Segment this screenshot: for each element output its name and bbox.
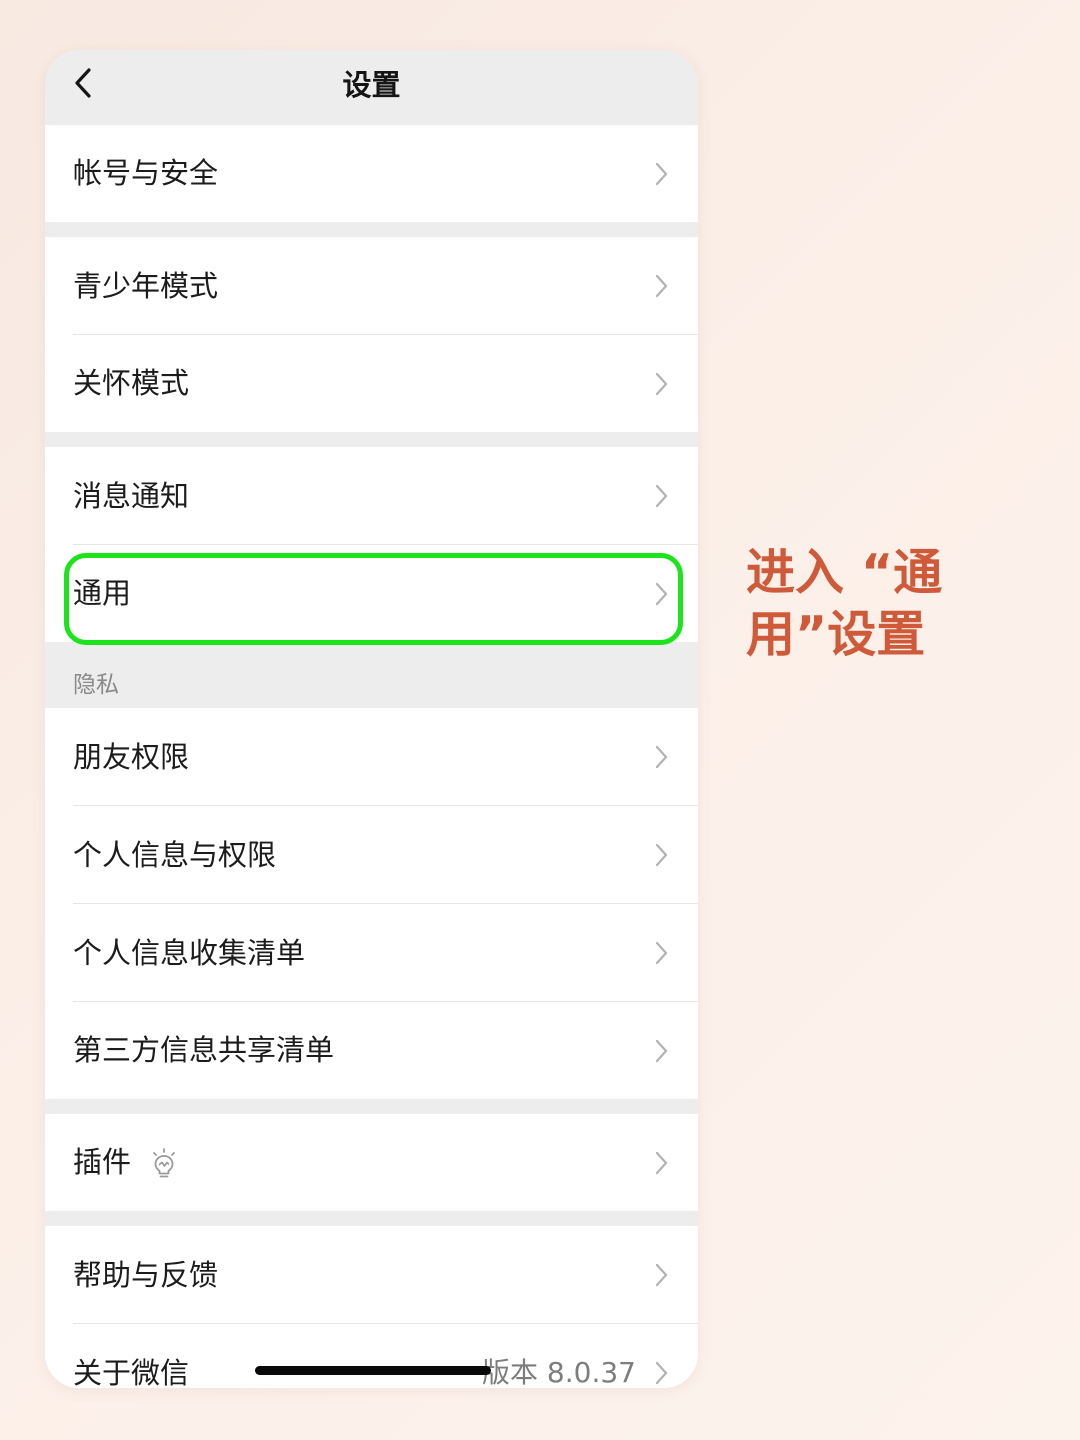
settings-item-help-feedback[interactable]: 帮助与反馈 bbox=[45, 1226, 698, 1324]
settings-item-notifications[interactable]: 消息通知 bbox=[45, 447, 698, 545]
chevron-right-icon bbox=[655, 745, 668, 769]
settings-item-general[interactable]: 通用 bbox=[45, 545, 698, 642]
home-indicator bbox=[255, 1366, 491, 1375]
settings-item-label: 个人信息与权限 bbox=[73, 838, 277, 872]
annotation-text: 进入 “通用”设置 bbox=[746, 544, 943, 663]
section-title-privacy: 隐私 bbox=[73, 672, 119, 698]
settings-item-label: 关怀模式 bbox=[73, 366, 190, 400]
phone-screen: 设置 帐号与安全 青少年模式 关怀模式 消息通知 通用 隐私 朋友权限 个人信息… bbox=[45, 50, 698, 1388]
settings-item-label: 第三方信息共享清单 bbox=[73, 1033, 335, 1067]
chevron-right-icon bbox=[655, 1039, 668, 1063]
chevron-right-icon bbox=[655, 162, 668, 186]
settings-item-info-collection-list[interactable]: 个人信息收集清单 bbox=[45, 904, 698, 1002]
lightbulb-icon bbox=[153, 1148, 175, 1178]
settings-item-about-wechat[interactable]: 关于微信 版本 8.0.37 bbox=[45, 1324, 698, 1388]
chevron-right-icon bbox=[655, 843, 668, 867]
settings-item-label: 帮助与反馈 bbox=[73, 1258, 219, 1292]
navigation-bar: 设置 bbox=[45, 50, 698, 125]
settings-item-plugins[interactable]: 插件 bbox=[45, 1114, 698, 1211]
chevron-right-icon bbox=[655, 372, 668, 396]
chevron-right-icon bbox=[655, 1361, 668, 1385]
chevron-right-icon bbox=[655, 274, 668, 298]
settings-item-label: 青少年模式 bbox=[73, 269, 219, 303]
chevron-right-icon bbox=[655, 1151, 668, 1175]
chevron-right-icon bbox=[655, 1263, 668, 1287]
settings-item-account-security[interactable]: 帐号与安全 bbox=[45, 125, 698, 222]
settings-item-label: 插件 bbox=[73, 1145, 132, 1179]
settings-item-third-party-sharing-list[interactable]: 第三方信息共享清单 bbox=[45, 1002, 698, 1099]
chevron-right-icon bbox=[655, 582, 668, 606]
version-text: 版本 8.0.37 bbox=[482, 1356, 636, 1388]
chevron-right-icon bbox=[655, 484, 668, 508]
settings-item-friend-permissions[interactable]: 朋友权限 bbox=[45, 708, 698, 806]
chevron-right-icon bbox=[655, 941, 668, 965]
settings-item-label: 通用 bbox=[73, 576, 132, 610]
settings-item-teen-mode[interactable]: 青少年模式 bbox=[45, 237, 698, 335]
settings-item-label: 个人信息收集清单 bbox=[73, 936, 306, 970]
settings-item-label: 朋友权限 bbox=[73, 740, 190, 774]
settings-item-label: 关于微信 bbox=[73, 1356, 190, 1388]
page-title: 设置 bbox=[342, 68, 401, 102]
settings-item-care-mode[interactable]: 关怀模式 bbox=[45, 335, 698, 432]
settings-item-label: 消息通知 bbox=[73, 479, 190, 513]
settings-item-personal-info-permissions[interactable]: 个人信息与权限 bbox=[45, 806, 698, 904]
settings-item-label: 帐号与安全 bbox=[73, 156, 219, 190]
